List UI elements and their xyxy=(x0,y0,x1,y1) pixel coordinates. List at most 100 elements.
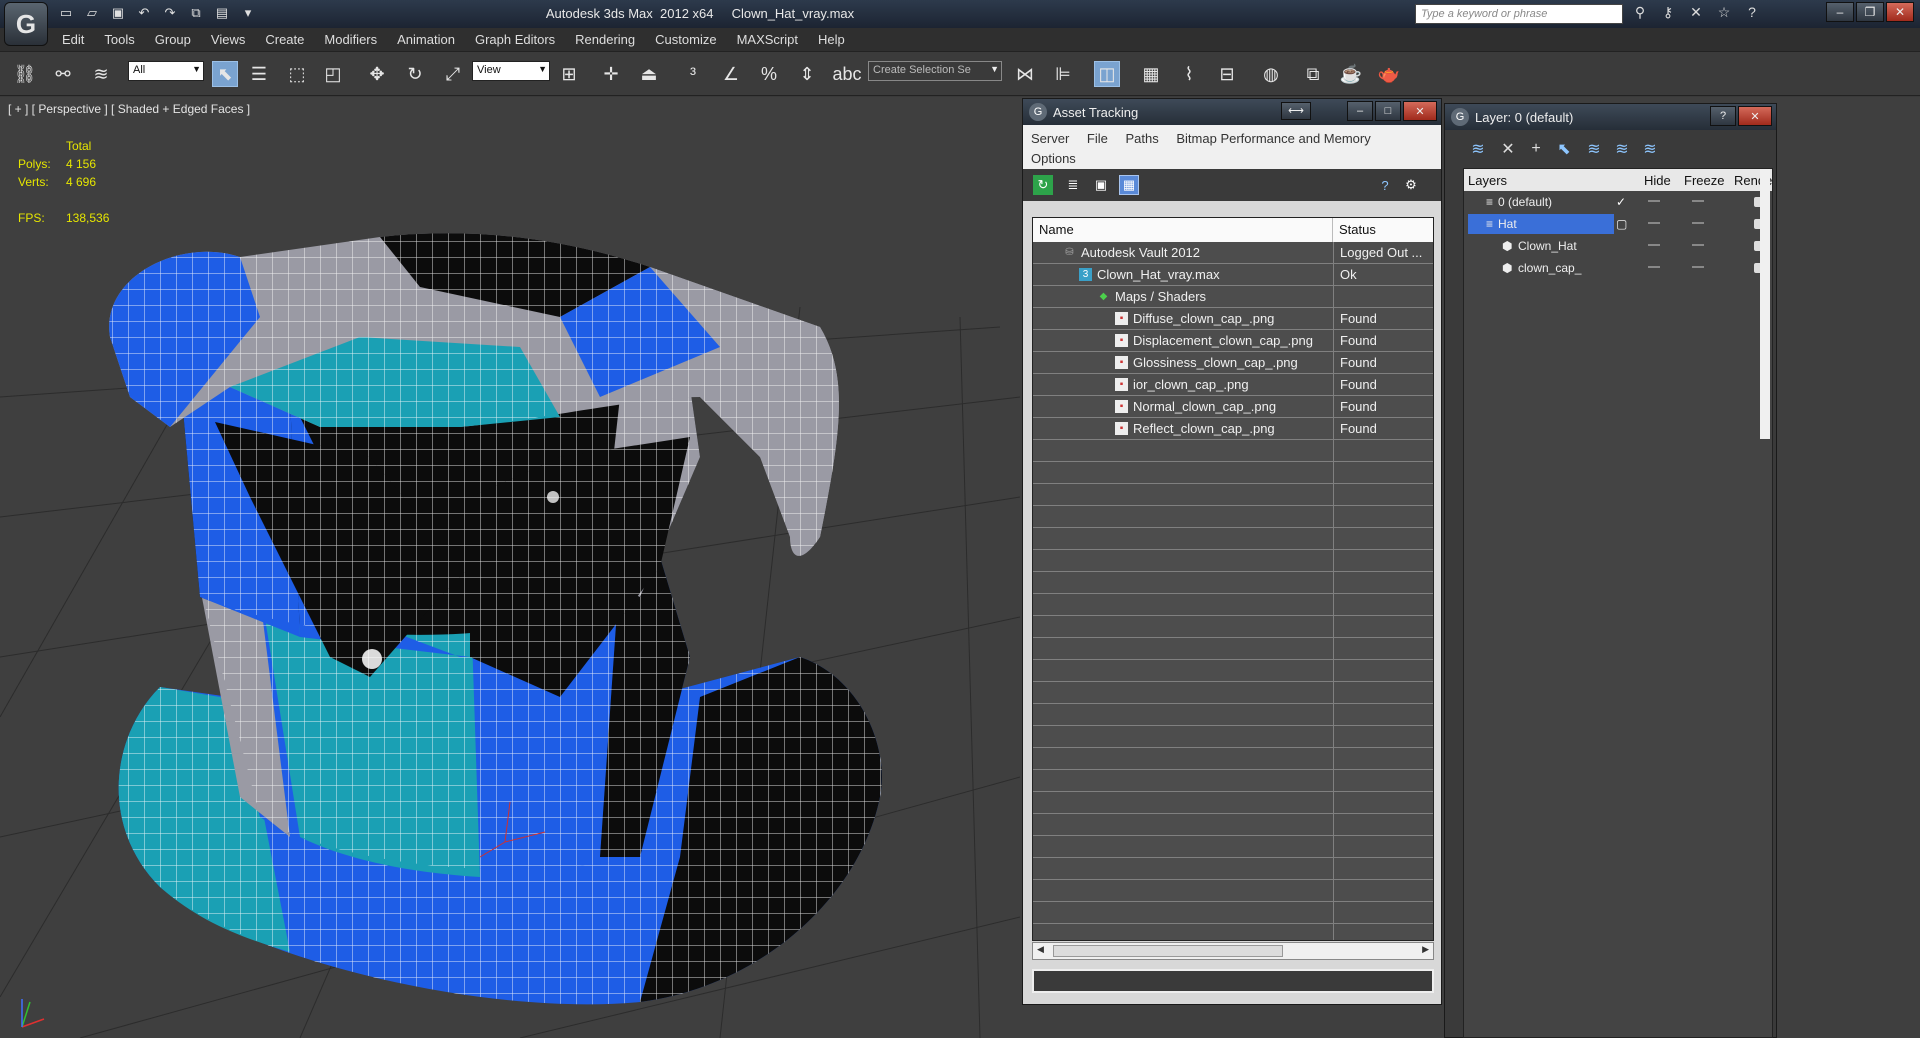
schematic-view-icon[interactable]: ⊟ xyxy=(1214,61,1240,87)
table-row[interactable]: ◆ Maps / Shaders xyxy=(1033,286,1433,308)
unlink-icon[interactable]: ⚯ xyxy=(50,61,76,87)
delete-layer-icon[interactable]: ✕ xyxy=(1497,138,1519,160)
asset-menu-paths[interactable]: Paths xyxy=(1126,131,1159,146)
mirror-icon[interactable]: ⋈ xyxy=(1012,61,1038,87)
graphite-tools-icon[interactable]: ▦ xyxy=(1138,61,1164,87)
app-logo-icon[interactable]: G xyxy=(4,2,48,46)
minimize-button[interactable]: – xyxy=(1826,2,1854,22)
menu-rendering[interactable]: Rendering xyxy=(575,32,635,47)
layer-manager-icon[interactable]: ◫ xyxy=(1094,61,1120,87)
resize-arrows-icon[interactable]: ⟷ xyxy=(1281,102,1311,120)
add-to-layer-icon[interactable]: + xyxy=(1525,138,1547,160)
spinner-snap-icon[interactable]: ⇕ xyxy=(794,61,820,87)
horizontal-scrollbar[interactable]: ◀ ▶ xyxy=(1032,942,1434,960)
align-icon[interactable]: ⊫ xyxy=(1050,61,1076,87)
thumbnail-view-icon[interactable]: ▣ xyxy=(1091,175,1111,195)
asset-menu-server[interactable]: Server xyxy=(1031,131,1069,146)
table-row[interactable]: ▪ Diffuse_clown_cap_.png Found xyxy=(1033,308,1433,330)
material-editor-icon[interactable]: ◍ xyxy=(1258,61,1284,87)
list-view-icon[interactable]: ≣ xyxy=(1063,175,1083,195)
window-crossing-icon[interactable]: ◰ xyxy=(320,61,346,87)
refresh-icon[interactable]: ↻ xyxy=(1033,175,1053,195)
help-icon[interactable]: ? xyxy=(1742,4,1762,21)
render-setup-icon[interactable]: ⧉ xyxy=(1300,61,1326,87)
bind-space-warp-icon[interactable]: ≋ xyxy=(88,61,114,87)
table-row[interactable]: ▪ ior_clown_cap_.png Found xyxy=(1033,374,1433,396)
menu-tools[interactable]: Tools xyxy=(104,32,134,47)
asset-close-button[interactable]: ✕ xyxy=(1403,101,1437,121)
selection-filter-dropdown[interactable]: All ▼ xyxy=(128,61,204,81)
rectangular-selection-icon[interactable]: ⬚ xyxy=(284,61,310,87)
highlight-selected-icon[interactable]: ≋ xyxy=(1583,138,1605,160)
close-button[interactable]: ✕ xyxy=(1886,2,1914,22)
column-status-header[interactable]: Status xyxy=(1333,218,1433,242)
keyboard-shortcut-override-icon[interactable]: ⏏ xyxy=(636,61,662,87)
binoculars-icon[interactable]: ⚲ xyxy=(1630,4,1650,21)
snaps-toggle-icon[interactable]: ³ xyxy=(680,61,706,87)
table-row[interactable]: ▪ Displacement_clown_cap_.png Found xyxy=(1033,330,1433,352)
column-freeze-header[interactable]: Freeze xyxy=(1684,173,1724,188)
scroll-right-icon[interactable]: ▶ xyxy=(1422,944,1429,955)
menu-help[interactable]: Help xyxy=(818,32,845,47)
settings-icon[interactable]: ⚙ xyxy=(1401,175,1421,195)
table-row[interactable]: ⛁ Autodesk Vault 2012 Logged Out ... xyxy=(1033,242,1433,264)
vertical-scrollbar[interactable] xyxy=(1760,169,1770,439)
layer-row[interactable]: ⬢ clown_cap_ xyxy=(1464,257,1772,279)
menu-graph-editors[interactable]: Graph Editors xyxy=(475,32,555,47)
layer-help-button[interactable]: ? xyxy=(1710,106,1736,126)
render-production-icon[interactable]: 🫖 xyxy=(1376,61,1402,87)
table-row[interactable]: ▪ Normal_clown_cap_.png Found xyxy=(1033,396,1433,418)
column-name-header[interactable]: Name xyxy=(1033,218,1333,242)
asset-menu-file[interactable]: File xyxy=(1087,131,1108,146)
named-selection-dropdown[interactable]: Create Selection Se ▼ xyxy=(868,61,1002,81)
edit-named-selection-icon[interactable]: abc xyxy=(832,61,861,87)
menu-customize[interactable]: Customize xyxy=(655,32,716,47)
communication-icon[interactable]: ✕ xyxy=(1686,4,1706,21)
asset-minimize-button[interactable]: – xyxy=(1347,101,1373,121)
menu-animation[interactable]: Animation xyxy=(397,32,455,47)
move-icon[interactable]: ✥ xyxy=(364,61,390,87)
table-row[interactable]: ▪ Reflect_clown_cap_.png Found xyxy=(1033,418,1433,440)
reference-coordinate-dropdown[interactable]: View ▼ xyxy=(472,61,550,81)
asset-path-field[interactable] xyxy=(1032,969,1434,993)
table-row[interactable]: ▪ Glossiness_clown_cap_.png Found xyxy=(1033,352,1433,374)
asset-maximize-button[interactable]: □ xyxy=(1375,101,1401,121)
search-input[interactable]: Type a keyword or phrase xyxy=(1415,4,1623,24)
help-icon[interactable]: ? xyxy=(1375,175,1395,195)
column-layers-header[interactable]: Layers xyxy=(1468,173,1507,188)
layer-row[interactable]: ≡ 0 (default) ✓ xyxy=(1464,191,1772,213)
select-object-icon[interactable]: ⬉ xyxy=(212,61,238,87)
layer-manager-titlebar[interactable]: G Layer: 0 (default) ? ✕ xyxy=(1445,104,1776,130)
layer-row[interactable]: ≡ Hat ▢ xyxy=(1464,213,1772,235)
viewport-label[interactable]: [ + ] [ Perspective ] [ Shaded + Edged F… xyxy=(8,102,250,116)
table-row[interactable]: 3 Clown_Hat_vray.max Ok xyxy=(1033,264,1433,286)
asset-menu-bitmap-performance[interactable]: Bitmap Performance and Memory xyxy=(1176,131,1370,146)
current-layer-box-icon[interactable]: ▢ xyxy=(1616,217,1627,231)
hide-unhide-all-icon[interactable]: ≋ xyxy=(1611,138,1633,160)
freeze-unfreeze-all-icon[interactable]: ≋ xyxy=(1639,138,1661,160)
curve-editor-icon[interactable]: ⌇ xyxy=(1176,61,1202,87)
layer-close-button[interactable]: ✕ xyxy=(1738,106,1772,126)
link-icon[interactable]: ⛓ xyxy=(12,61,38,87)
rotate-icon[interactable]: ↻ xyxy=(402,61,428,87)
menu-create[interactable]: Create xyxy=(265,32,304,47)
select-by-name-icon[interactable]: ☰ xyxy=(246,61,272,87)
layer-row[interactable]: ⬢ Clown_Hat xyxy=(1464,235,1772,257)
scrollbar-thumb[interactable] xyxy=(1053,945,1283,957)
asset-menu-options[interactable]: Options xyxy=(1031,151,1076,166)
column-hide-header[interactable]: Hide xyxy=(1644,173,1671,188)
pivot-point-icon[interactable]: ⊞ xyxy=(556,61,582,87)
subscription-icon[interactable]: ⚷ xyxy=(1658,4,1678,21)
create-layer-icon[interactable]: ≋ xyxy=(1467,138,1489,160)
menu-group[interactable]: Group xyxy=(155,32,191,47)
favorites-icon[interactable]: ☆ xyxy=(1714,4,1734,21)
menu-edit[interactable]: Edit xyxy=(62,32,84,47)
menu-modifiers[interactable]: Modifiers xyxy=(324,32,377,47)
scale-icon[interactable]: ⤢ xyxy=(440,61,466,87)
scroll-left-icon[interactable]: ◀ xyxy=(1037,944,1044,955)
menu-maxscript[interactable]: MAXScript xyxy=(737,32,798,47)
restore-button[interactable]: ❐ xyxy=(1856,2,1884,22)
select-manipulate-icon[interactable]: ✛ xyxy=(598,61,624,87)
angle-snap-icon[interactable]: ∠ xyxy=(718,61,744,87)
select-in-layer-icon[interactable]: ⬉ xyxy=(1553,138,1575,160)
